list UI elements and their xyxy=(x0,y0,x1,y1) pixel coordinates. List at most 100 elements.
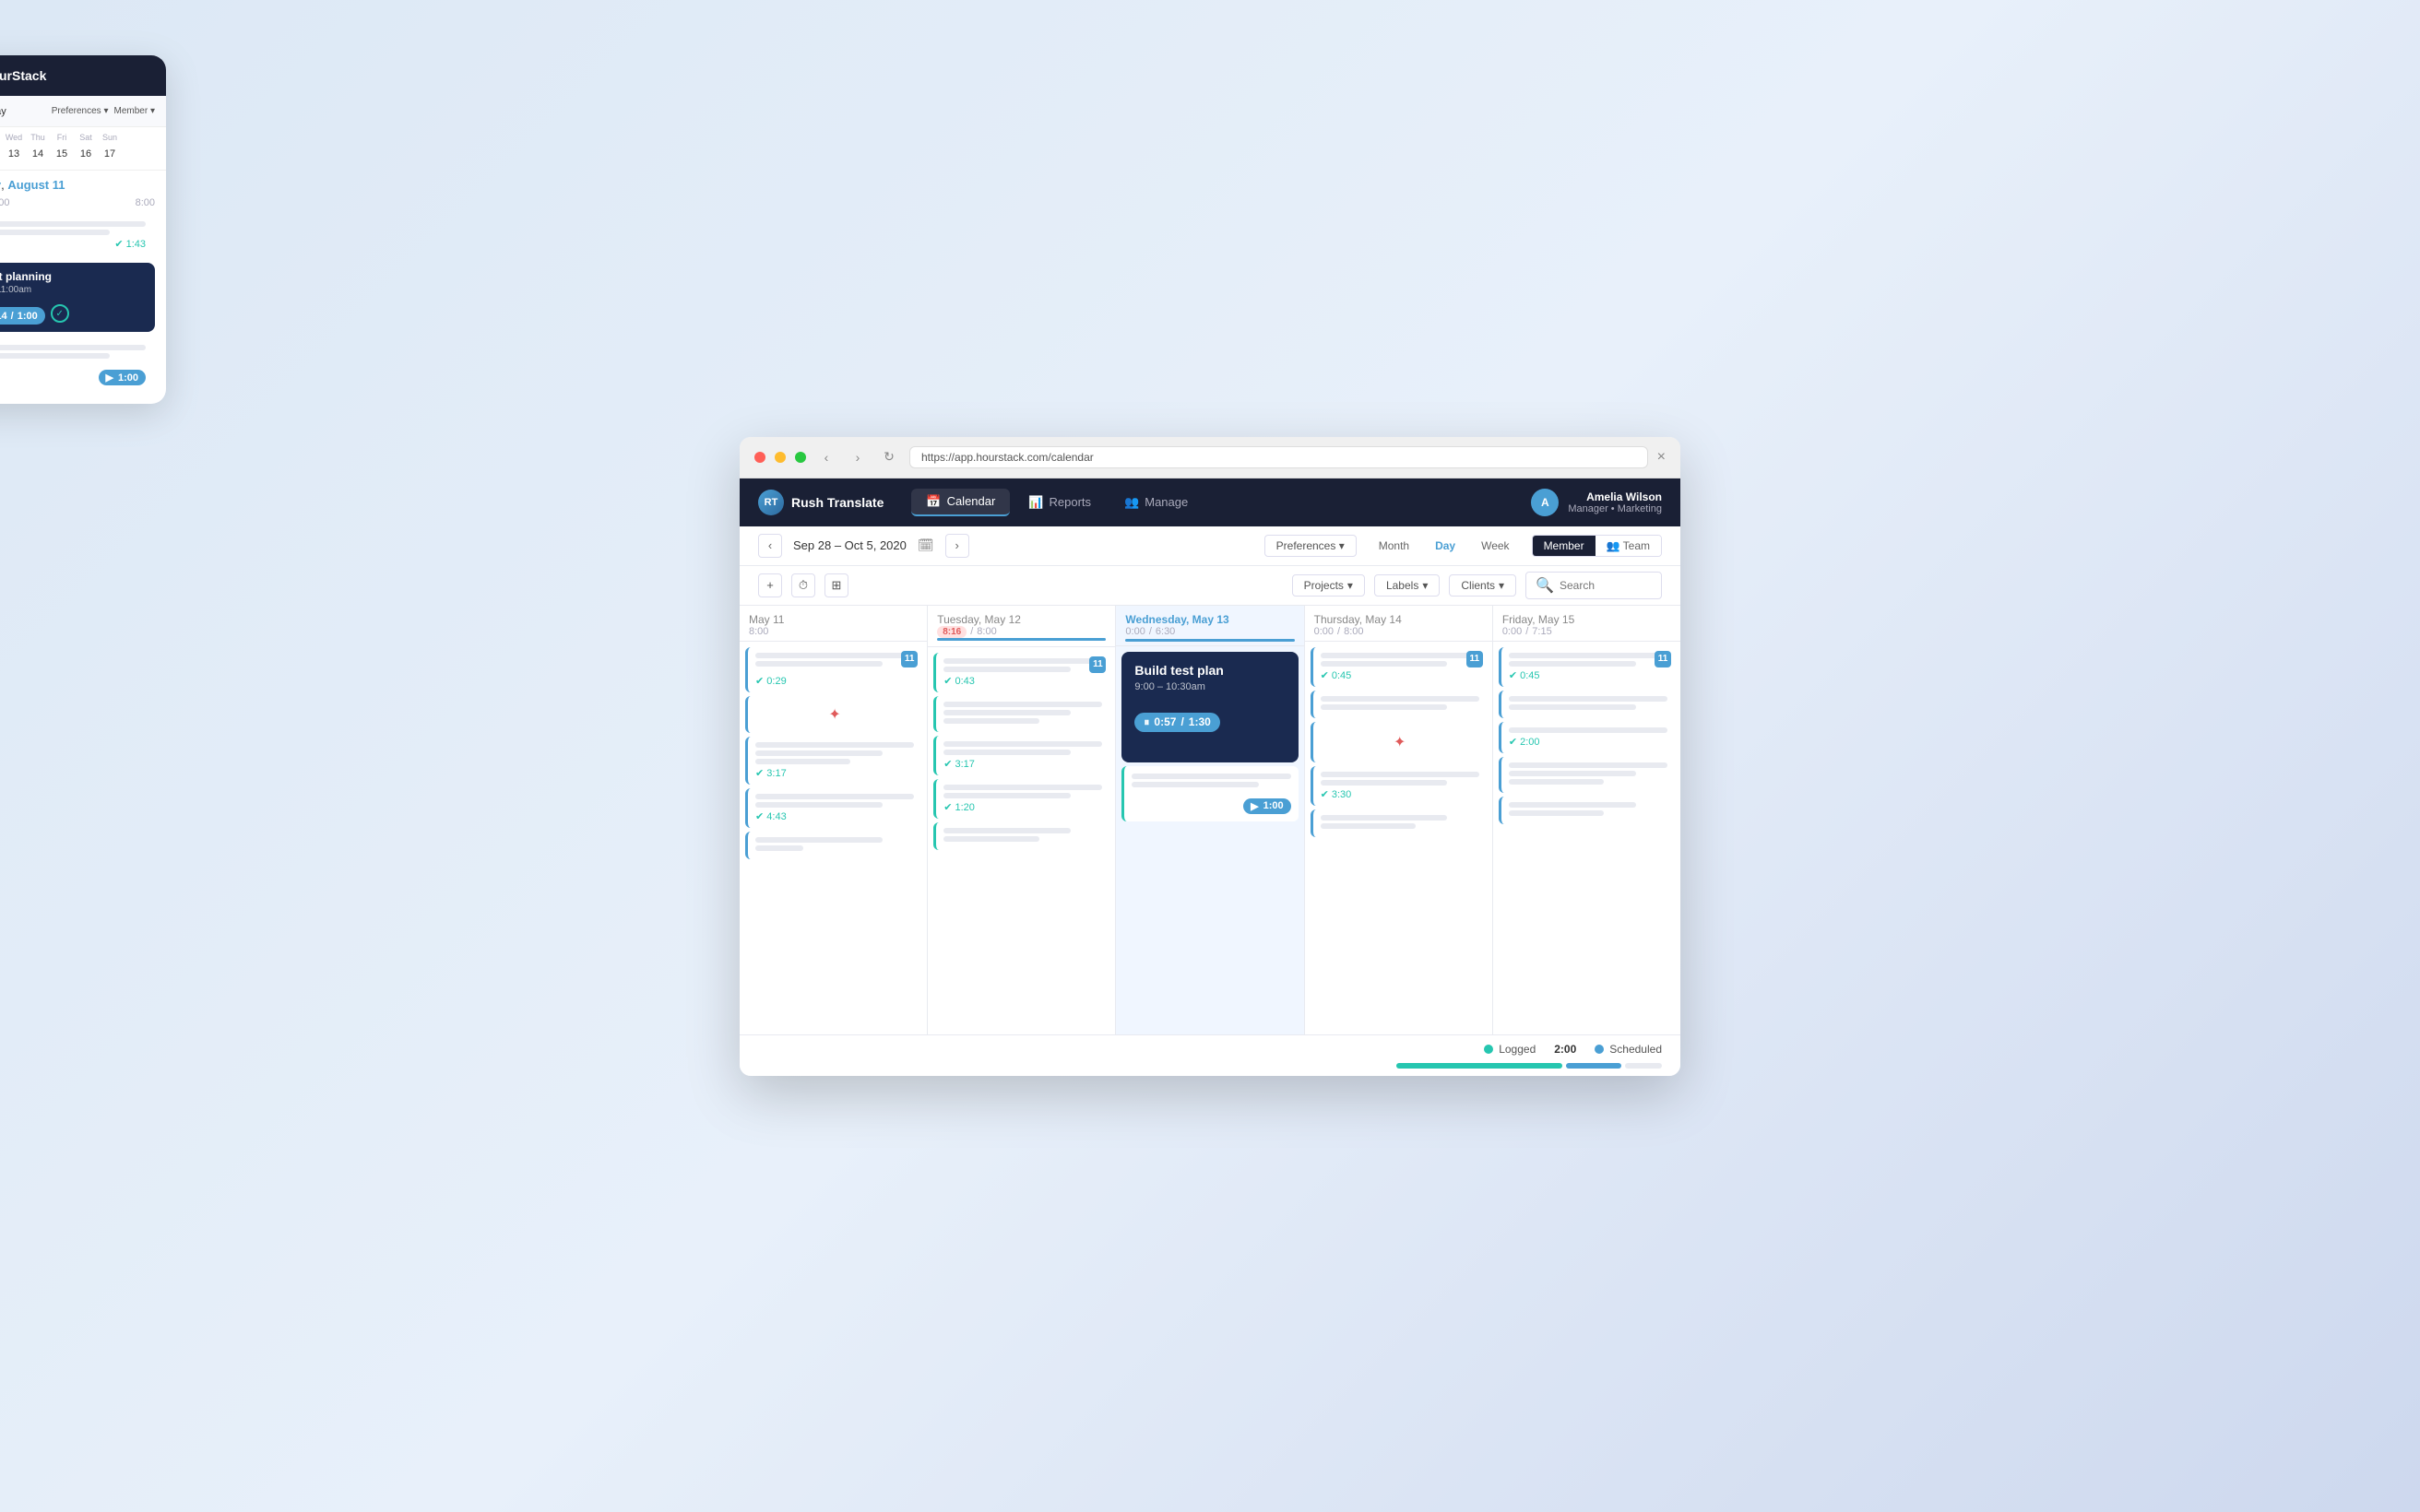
prev-week-button[interactable]: ‹ xyxy=(758,534,782,558)
mobile-check-badge[interactable]: ✓ xyxy=(51,304,69,323)
url-bar[interactable]: https://app.hourstack.com/calendar xyxy=(909,446,1648,468)
calendar-toolbar2: + ⏱ ⊞ Projects ▾ Labels ▾ Clients ▾ 🔍 xyxy=(740,566,1680,606)
mobile-today-button[interactable]: Today xyxy=(0,106,6,117)
col-monday-header: May 11 8:00 xyxy=(740,606,927,642)
event-card[interactable]: 11 ✔ 0:29 xyxy=(745,647,921,692)
event-card[interactable]: ✔ 1:20 xyxy=(933,779,1109,819)
pause-icon: ⏸ xyxy=(1144,715,1149,729)
mobile-event-card-3[interactable]: ▶ 1:00 xyxy=(0,337,155,393)
logged-progress xyxy=(1396,1063,1562,1069)
corner-badge: 11 xyxy=(1655,651,1671,667)
stat-badge: ✔ 2:00 xyxy=(1509,736,1540,748)
mobile-preferences-button[interactable]: Preferences ▾ xyxy=(52,106,109,116)
event-card[interactable]: ▶ 1:00 xyxy=(1121,766,1298,821)
clients-filter-button[interactable]: Clients ▾ xyxy=(1449,574,1516,597)
logo-icon: RT xyxy=(758,490,784,515)
browser-close-icon[interactable]: × xyxy=(1657,449,1666,466)
event-card[interactable]: 11 ✔ 0:43 xyxy=(933,653,1109,692)
event-card[interactable] xyxy=(1499,691,1675,718)
col-wednesday-header: Wednesday, May 13 0:00 / 6:30 xyxy=(1116,606,1303,646)
event-card[interactable] xyxy=(1499,797,1675,824)
labels-filter-button[interactable]: Labels ▾ xyxy=(1374,574,1440,597)
logged-label: Logged xyxy=(1499,1043,1536,1056)
stat-badge: ✔ 1:43 xyxy=(114,238,146,250)
browser-refresh-btn[interactable]: ↻ xyxy=(878,446,900,468)
nav-tab-manage[interactable]: 👥 Manage xyxy=(1109,489,1203,516)
event-card[interactable] xyxy=(933,696,1109,732)
nav-tab-calendar[interactable]: 📅 Calendar xyxy=(911,489,1010,516)
search-input[interactable] xyxy=(1560,579,1652,592)
event-card[interactable]: ✦ xyxy=(745,696,921,733)
grid-view-button[interactable]: ⊞ xyxy=(824,573,848,597)
timer-button[interactable]: ⏱ xyxy=(791,573,815,597)
mobile-day-thu[interactable]: Thu 14 xyxy=(28,133,48,164)
mobile-day-fri[interactable]: Fri 15 xyxy=(52,133,72,164)
mobile-date-day: August 11 xyxy=(7,178,65,192)
mobile-event-card-2[interactable]: Project planning 10:00 - 11:00am ⏸ 00:14… xyxy=(0,263,155,332)
next-week-button[interactable]: › xyxy=(945,534,969,558)
stat-badge: ✔ 4:43 xyxy=(755,810,787,822)
placeholder-bar xyxy=(943,718,1038,724)
browser-max-btn[interactable] xyxy=(795,452,806,463)
event-card[interactable]: ✔ 3:17 xyxy=(745,737,921,785)
event-card[interactable]: ✦ xyxy=(1311,722,1487,762)
month-view-button[interactable]: Month xyxy=(1368,536,1420,556)
week-view-button[interactable]: Week xyxy=(1470,536,1520,556)
placeholder-bar xyxy=(1509,696,1667,702)
browser-forward-btn[interactable]: › xyxy=(847,446,869,468)
preferences-button[interactable]: Preferences ▾ xyxy=(1264,535,1357,557)
event-card[interactable]: ✔ 2:00 xyxy=(1499,722,1675,753)
stat-badge: ✔ 0:29 xyxy=(755,675,787,687)
event-time: 9:00 – 10:30am xyxy=(1134,681,1285,692)
calendar-picker-icon[interactable]: 🗓 xyxy=(918,537,934,553)
add-entry-button[interactable]: + xyxy=(758,573,782,597)
user-info: Amelia Wilson Manager • Marketing xyxy=(1568,490,1662,514)
mobile-event-card-1[interactable]: ✔ 1:43 xyxy=(0,214,155,257)
browser-back-btn[interactable]: ‹ xyxy=(815,446,837,468)
event-card[interactable] xyxy=(933,822,1109,850)
placeholder-bar xyxy=(1132,774,1290,779)
user-name: Amelia Wilson xyxy=(1568,490,1662,503)
event-card[interactable]: 11 ✔ 0:45 xyxy=(1311,647,1487,687)
projects-label: Projects xyxy=(1304,579,1344,592)
col-wed-scheduled: 6:30 xyxy=(1156,626,1175,637)
team-tab-button[interactable]: 👥 Team xyxy=(1596,536,1661,556)
event-card[interactable] xyxy=(1311,691,1487,718)
search-box[interactable]: 🔍 xyxy=(1525,572,1662,599)
day-label-thu: Thu xyxy=(30,133,45,142)
projects-filter-button[interactable]: Projects ▾ xyxy=(1292,574,1365,597)
placeholder-bar xyxy=(1509,779,1604,785)
member-tab-button[interactable]: Member xyxy=(1533,536,1596,556)
event-card[interactable]: 11 ✔ 0:45 xyxy=(1499,647,1675,687)
corner-badge: 11 xyxy=(1466,651,1483,667)
event-card-highlight[interactable]: Build test plan 9:00 – 10:30am ⏸ 0:57 / … xyxy=(1121,652,1298,762)
mobile-pref-label: Preferences xyxy=(52,106,101,116)
event-card[interactable] xyxy=(745,832,921,859)
mobile-day-sun[interactable]: Sun 17 xyxy=(100,133,120,164)
mobile-timer-row: ⏸ 00:14 / 1:00 ✓ xyxy=(0,302,146,325)
timer-badge-small[interactable]: ▶ 1:00 xyxy=(1243,798,1291,814)
day-view-button[interactable]: Day xyxy=(1424,536,1466,556)
placeholder-bar xyxy=(755,802,883,808)
mobile-member-button[interactable]: Member ▾ xyxy=(114,106,156,116)
mobile-timer-badge[interactable]: ⏸ 00:14 / 1:00 xyxy=(0,307,45,325)
event-card[interactable]: ✔ 3:17 xyxy=(933,736,1109,775)
stat-row: ▶ 1:00 xyxy=(1132,793,1290,814)
event-card[interactable] xyxy=(1311,809,1487,837)
nav-tab-reports[interactable]: 📊 Reports xyxy=(1014,489,1106,516)
mobile-day-sat[interactable]: Sat 16 xyxy=(76,133,96,164)
calendar-grid: May 11 8:00 11 ✔ 0:29 ✦ xyxy=(740,606,1680,1034)
event-card[interactable]: ✔ 4:43 xyxy=(745,788,921,828)
browser-close-btn[interactable] xyxy=(754,452,765,463)
app-logo-text: Rush Translate xyxy=(791,495,884,510)
bottom-legend: Logged 2:00 Scheduled xyxy=(740,1034,1680,1076)
event-card[interactable] xyxy=(1499,757,1675,793)
mobile-total-time: 7:00 xyxy=(0,197,10,208)
browser-min-btn[interactable] xyxy=(775,452,786,463)
stat-row: ✔ 1:43 xyxy=(0,238,146,250)
mobile-day-wed[interactable]: Wed 13 xyxy=(4,133,24,164)
play-icon: ▶ xyxy=(106,372,113,384)
event-card[interactable]: ✔ 3:30 xyxy=(1311,766,1487,806)
mobile-timer-badge-small[interactable]: ▶ 1:00 xyxy=(99,370,147,385)
timer-badge[interactable]: ⏸ 0:57 / 1:30 xyxy=(1134,713,1219,732)
